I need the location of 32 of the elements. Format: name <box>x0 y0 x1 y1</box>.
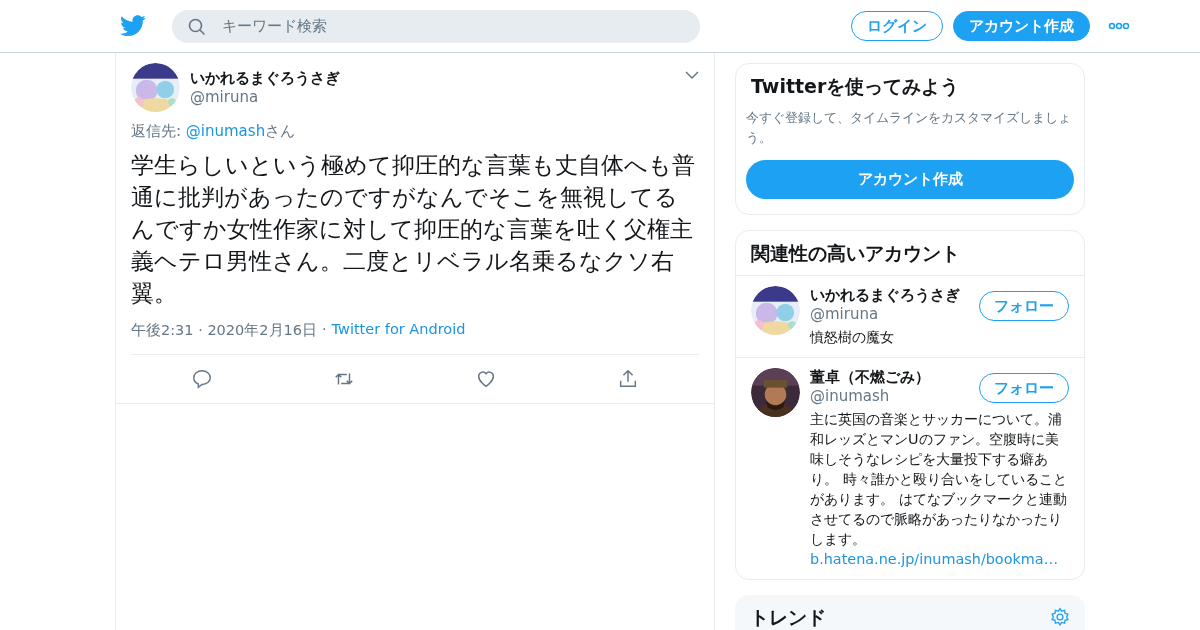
search-field[interactable]: キーワード検索 <box>172 9 700 43</box>
signup-text: 今すぐ登録して、タイムラインをカスタマイズしましょう。 <box>745 109 1072 147</box>
trends-title: トレンド <box>750 605 827 630</box>
author-handle[interactable]: @miruna <box>190 88 675 106</box>
account-name[interactable]: 董卓（不燃ごみ） <box>810 368 979 387</box>
separator: · <box>321 321 327 339</box>
profile-link[interactable]: b.hatena.ne.jp/inumash/bookma… <box>810 549 1069 569</box>
account-name[interactable]: いかれるまぐろうさぎ <box>810 286 979 305</box>
heart-icon[interactable] <box>475 368 497 390</box>
reply-to-line: 返信先: @inumashさん <box>131 122 297 141</box>
card-title: 関連性の高いアカウント <box>750 241 961 266</box>
login-button[interactable]: ログイン <box>851 11 943 41</box>
account-bio: 主に英国の音楽とサッカーについて。浦和レッズとマンUのファン。空腹時に美味しそうなレシピを大量投下する癖あり。 時々誰かと殴り合いをしていることがあります。 はてなブックマークと連動させてるので脈略があったりなかったりします。 <box>810 410 1068 549</box>
account-handle[interactable]: @inumash <box>810 387 979 405</box>
account-handle[interactable]: @miruna <box>810 305 979 323</box>
follow-button[interactable]: フォロー <box>979 291 1069 321</box>
source-link[interactable]: Twitter for Android <box>331 321 466 340</box>
reply-icon[interactable] <box>191 368 213 390</box>
signup-button[interactable]: アカウント作成 <box>746 160 1074 199</box>
tweet-timestamp: 午後2:31 · 2020年2月16日 <box>131 321 317 340</box>
account-bio: 憤怒樹の魔女 <box>810 328 895 347</box>
author-name[interactable]: いかれるまぐろうさぎ <box>190 69 675 88</box>
follow-button[interactable]: フォロー <box>979 373 1069 403</box>
tweet-text: 学生らしいという極めて抑圧的な言葉も丈自体へも普通に批判があったのですがなんでそこを無視してるんですか女性作家に対して抑圧的な言葉を吐く父権主義ヘテロ男性さん。二度とリベラル名乗るなクソ右翼。 <box>131 151 696 308</box>
bird-logo-icon[interactable] <box>120 15 146 37</box>
mention-link[interactable]: @inumash <box>185 122 266 140</box>
signup-button[interactable]: アカウント作成 <box>953 11 1090 41</box>
settings-icon[interactable] <box>1050 607 1070 627</box>
more-icon[interactable] <box>1108 22 1130 30</box>
card-title: Twitterを使ってみよう <box>750 74 961 99</box>
share-icon[interactable] <box>617 368 639 390</box>
chevron-down-icon[interactable] <box>685 71 699 80</box>
